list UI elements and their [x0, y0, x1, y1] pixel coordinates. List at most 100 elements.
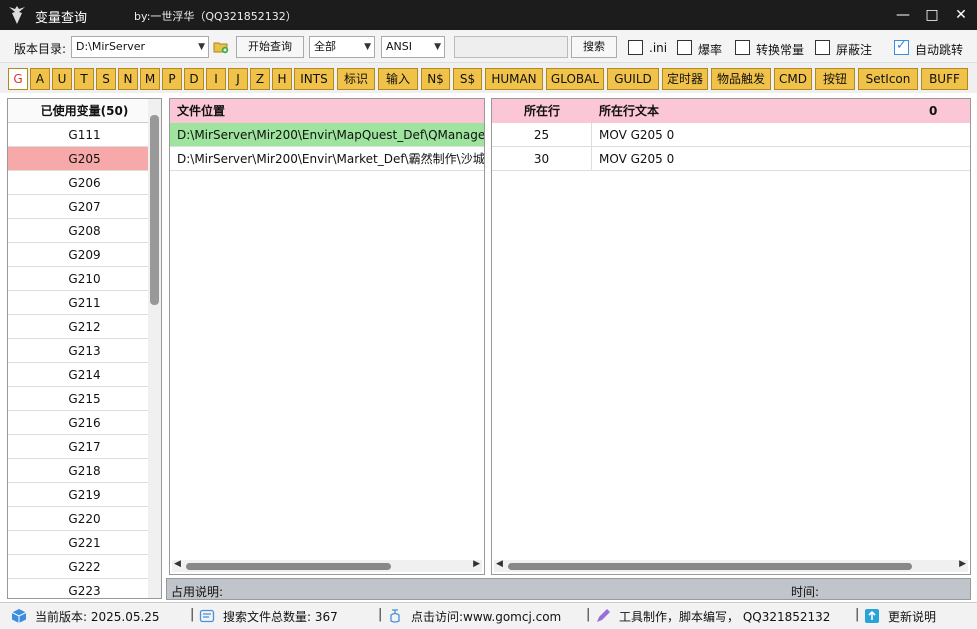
filter-button[interactable]: S: [96, 68, 116, 90]
footer-status-bar: 当前版本: 2025.05.25 | 搜索文件总数量: 367 | 点击访问:w…: [0, 602, 977, 629]
pen-icon: [597, 609, 610, 622]
filter-button[interactable]: 输入: [378, 68, 418, 90]
filter-button[interactable]: I: [206, 68, 226, 90]
usage-label: 占用说明:: [171, 585, 224, 599]
scope-select[interactable]: 全部 ▼: [309, 36, 375, 58]
variable-item[interactable]: G208: [8, 219, 161, 243]
variable-list-header: 已使用变量(50): [8, 99, 161, 123]
file-row[interactable]: D:\MirServer\Mir200\Envir\Market_Def\霸然制…: [170, 147, 484, 171]
scrollbar-thumb[interactable]: [150, 115, 159, 305]
variable-item[interactable]: G211: [8, 291, 161, 315]
filter-button[interactable]: HUMAN: [485, 68, 543, 90]
auto-jump-checkbox[interactable]: [894, 38, 909, 55]
variable-item[interactable]: G209: [8, 243, 161, 267]
filter-button[interactable]: GUILD: [607, 68, 659, 90]
ini-checkbox[interactable]: [628, 40, 643, 55]
scrollbar-thumb[interactable]: [186, 563, 391, 570]
encoding-select[interactable]: ANSI ▼: [381, 36, 445, 58]
mask-comment-checkbox[interactable]: [815, 40, 830, 55]
window-title: 变量查询: [35, 11, 88, 26]
file-count: 搜索文件总数量: 367: [223, 610, 338, 624]
line-row[interactable]: 30 MOV G205 0: [492, 147, 970, 171]
line-row[interactable]: 25 MOV G205 0: [492, 123, 970, 147]
variable-item[interactable]: G220: [8, 507, 161, 531]
variable-item[interactable]: G210: [8, 267, 161, 291]
variable-item[interactable]: G222: [8, 555, 161, 579]
dir-select[interactable]: D:\MirServer ▼: [71, 36, 209, 58]
variable-item[interactable]: G111: [8, 123, 161, 147]
dir-value: D:\MirServer: [76, 40, 146, 53]
scroll-right-icon[interactable]: ▶: [959, 559, 966, 569]
filter-button[interactable]: N$: [421, 68, 450, 90]
filter-button[interactable]: H: [272, 68, 292, 90]
variable-item[interactable]: G216: [8, 411, 161, 435]
droprate-checkbox[interactable]: [677, 40, 692, 55]
minimize-button[interactable]: —: [893, 5, 913, 25]
close-button[interactable]: ✕: [951, 5, 971, 25]
line-list-hscrollbar[interactable]: ◀ ▶: [494, 559, 968, 572]
filter-button[interactable]: S$: [453, 68, 482, 90]
scroll-right-icon[interactable]: ▶: [473, 559, 480, 569]
update-icon[interactable]: [864, 608, 880, 624]
line-text: MOV G205 0: [599, 152, 675, 166]
file-row-selected[interactable]: D:\MirServer\Mir200\Envir\MapQuest_Def\Q…: [170, 123, 484, 147]
filter-button[interactable]: P: [162, 68, 182, 90]
variable-item[interactable]: G219: [8, 483, 161, 507]
filter-button[interactable]: 标识: [337, 68, 375, 90]
browse-folder-icon[interactable]: [213, 40, 229, 54]
variable-item[interactable]: G215: [8, 387, 161, 411]
encoding-value: ANSI: [386, 40, 412, 53]
filter-button[interactable]: G: [8, 68, 28, 90]
link-icon: [390, 609, 400, 623]
scope-value: 全部: [314, 40, 336, 53]
variable-item[interactable]: G217: [8, 435, 161, 459]
filter-button[interactable]: D: [184, 68, 204, 90]
convert-const-checkbox[interactable]: [735, 40, 750, 55]
filter-button[interactable]: BUFF: [921, 68, 968, 90]
variable-item[interactable]: G223: [8, 579, 161, 598]
variable-item[interactable]: G206: [8, 171, 161, 195]
line-text-column-header: 所在行文本: [599, 104, 660, 118]
usage-status-bar: 占用说明: 时间:: [166, 578, 971, 600]
variable-list-scrollbar[interactable]: [148, 99, 161, 598]
filter-button[interactable]: 定时器: [662, 68, 708, 90]
filter-button[interactable]: INTS: [294, 68, 334, 90]
variable-item-selected[interactable]: G205: [8, 147, 161, 171]
update-notes-link[interactable]: 更新说明: [888, 608, 936, 625]
variable-item[interactable]: G213: [8, 339, 161, 363]
search-input[interactable]: [454, 36, 568, 58]
filter-button[interactable]: GLOBAL: [546, 68, 604, 90]
line-grid-header: 所在行 所在行文本 0: [492, 99, 970, 123]
variable-item[interactable]: G214: [8, 363, 161, 387]
visit-website-link[interactable]: 点击访问:www.gomcj.com: [411, 608, 561, 625]
scroll-left-icon[interactable]: ◀: [496, 559, 503, 569]
convert-const-checkbox-label: 转换常量: [756, 43, 805, 57]
ini-checkbox-label: .ini: [649, 41, 668, 55]
line-number: 30: [492, 147, 592, 170]
filter-button[interactable]: SetIcon: [858, 68, 918, 90]
separator: |: [378, 607, 383, 622]
filter-bar: G A U T S N M P D I J Z H INTS 标识 输入 N$ …: [0, 63, 977, 93]
scrollbar-thumb[interactable]: [508, 563, 912, 570]
scroll-left-icon[interactable]: ◀: [174, 559, 181, 569]
filter-button[interactable]: 物品触发: [711, 68, 771, 90]
variable-item[interactable]: G218: [8, 459, 161, 483]
variable-item[interactable]: G212: [8, 315, 161, 339]
variable-item[interactable]: G221: [8, 531, 161, 555]
search-button[interactable]: 搜索: [571, 36, 617, 58]
chevron-down-icon: ▼: [364, 42, 371, 52]
filter-button[interactable]: U: [52, 68, 72, 90]
filter-button[interactable]: M: [140, 68, 160, 90]
file-list-hscrollbar[interactable]: ◀ ▶: [172, 559, 482, 572]
filter-button[interactable]: A: [30, 68, 50, 90]
separator: |: [855, 607, 860, 622]
variable-item[interactable]: G207: [8, 195, 161, 219]
filter-button[interactable]: J: [228, 68, 248, 90]
filter-button[interactable]: 按钮: [815, 68, 855, 90]
start-query-button[interactable]: 开始查询: [236, 36, 304, 58]
maximize-button[interactable]: □: [922, 5, 942, 25]
filter-button[interactable]: N: [118, 68, 138, 90]
filter-button[interactable]: T: [74, 68, 94, 90]
filter-button[interactable]: CMD: [774, 68, 812, 90]
filter-button[interactable]: Z: [250, 68, 270, 90]
